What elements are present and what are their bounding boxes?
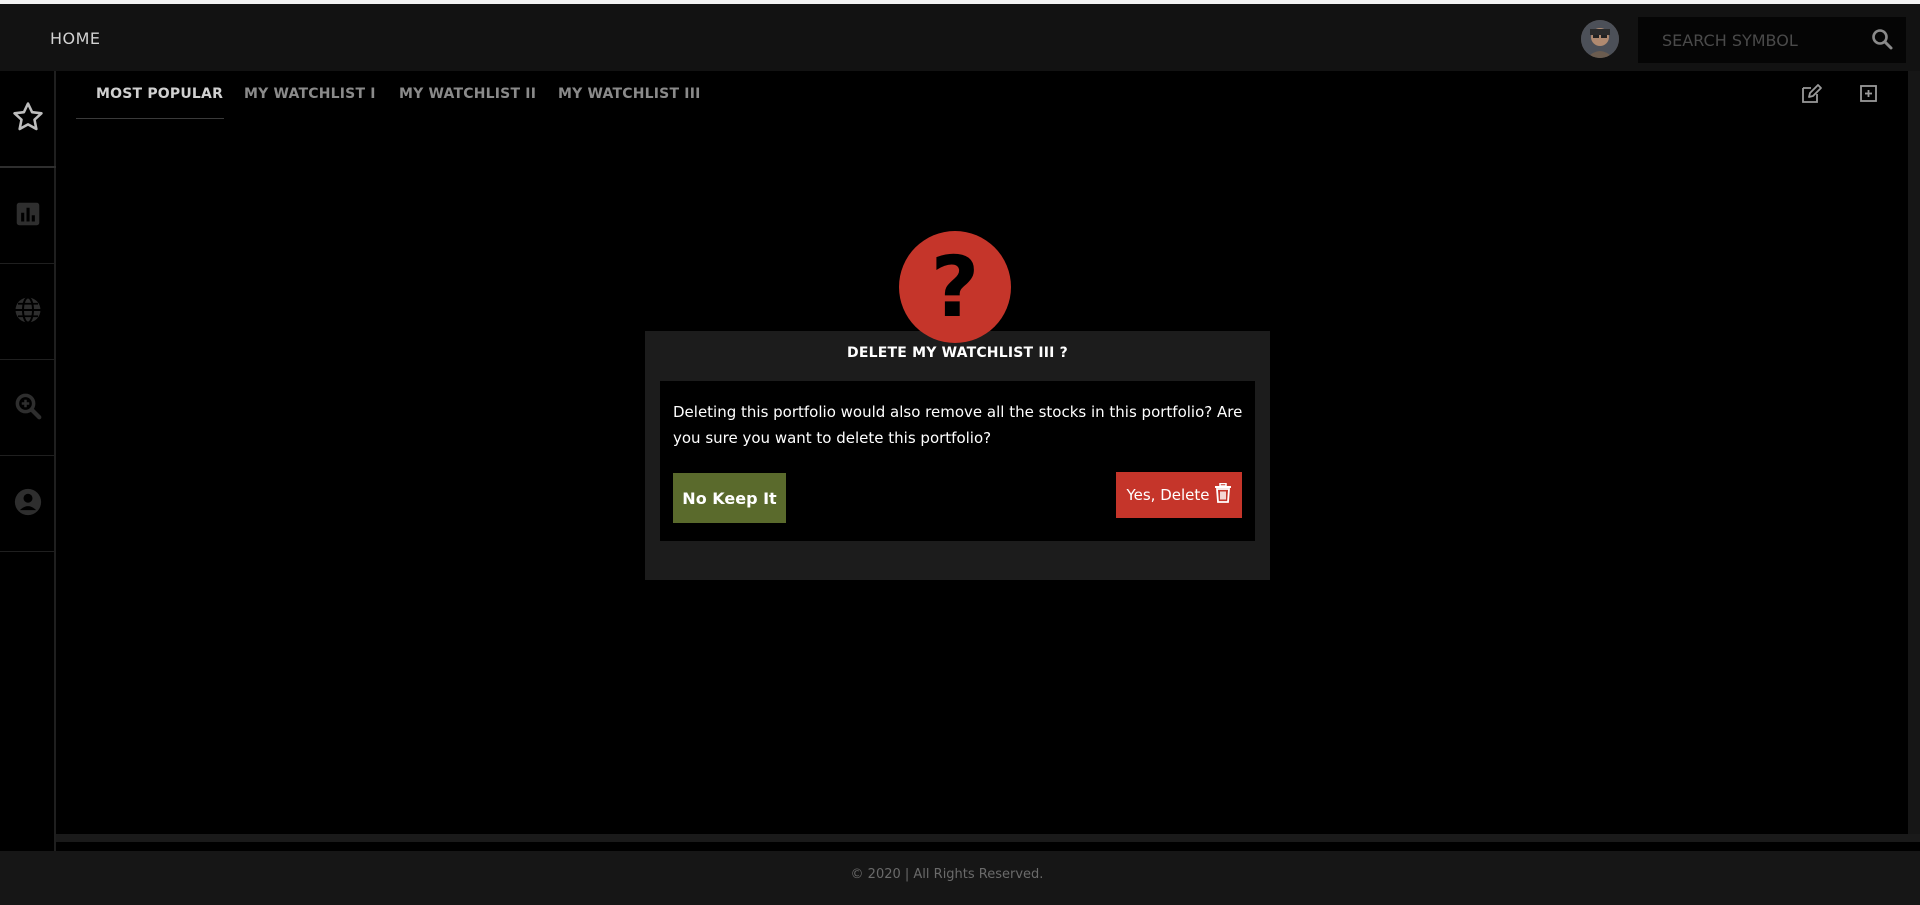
sidebar-item-markets[interactable] [0, 264, 56, 360]
keep-button[interactable]: No Keep It [673, 473, 786, 523]
top-header: HOME [0, 4, 1920, 71]
dialog-message: Deleting this portfolio would also remov… [673, 403, 1243, 447]
search-box [1638, 17, 1906, 63]
globe-icon [13, 295, 43, 329]
search-icon[interactable] [1870, 27, 1896, 53]
avatar-image [1581, 20, 1619, 58]
sidebar-item-profile[interactable] [0, 456, 56, 552]
question-icon: ? [899, 231, 1011, 343]
sidebar-item-search[interactable] [0, 360, 56, 456]
bar-chart-icon [13, 199, 43, 233]
star-icon [11, 100, 45, 138]
zoom-search-icon [13, 391, 43, 425]
add-square-icon[interactable] [1857, 82, 1881, 106]
sidebar-item-charts[interactable] [0, 168, 56, 264]
delete-button[interactable]: Yes, Delete [1116, 472, 1242, 518]
dialog-body: Deleting this portfolio would also remov… [660, 381, 1255, 541]
dialog-title: DELETE MY WATCHLIST III ? [847, 345, 1068, 361]
sidebar-item-favorites[interactable] [0, 71, 56, 168]
delete-button-label: Yes, Delete [1126, 486, 1210, 504]
tab-most-popular[interactable]: MOST POPULAR [96, 80, 223, 120]
tab-my-watchlist-2[interactable]: MY WATCHLIST II [399, 80, 536, 120]
tab-my-watchlist-1[interactable]: MY WATCHLIST I [244, 80, 376, 120]
trash-icon [1214, 482, 1232, 507]
scroll-gutter [1908, 71, 1920, 841]
app-root: HOME SEARCH SYMBOL MOST POPULAR MY WATCH… [0, 0, 1920, 905]
avatar[interactable] [1581, 20, 1619, 58]
home-link[interactable]: HOME [50, 29, 101, 48]
copyright-text: © 2020 | All Rights Reserved. [850, 867, 1044, 882]
footer: © 2020 | All Rights Reserved. [0, 851, 1920, 905]
sidebar [0, 71, 56, 851]
edit-icon[interactable] [1799, 82, 1823, 106]
user-circle-icon [13, 487, 43, 521]
search-input[interactable] [1638, 17, 1863, 63]
active-tab-underline [76, 118, 224, 119]
content-bottom-border [56, 834, 1920, 842]
delete-confirm-dialog: DELETE MY WATCHLIST III ? Deleting this … [645, 331, 1270, 580]
tab-my-watchlist-3[interactable]: MY WATCHLIST III [558, 80, 701, 120]
